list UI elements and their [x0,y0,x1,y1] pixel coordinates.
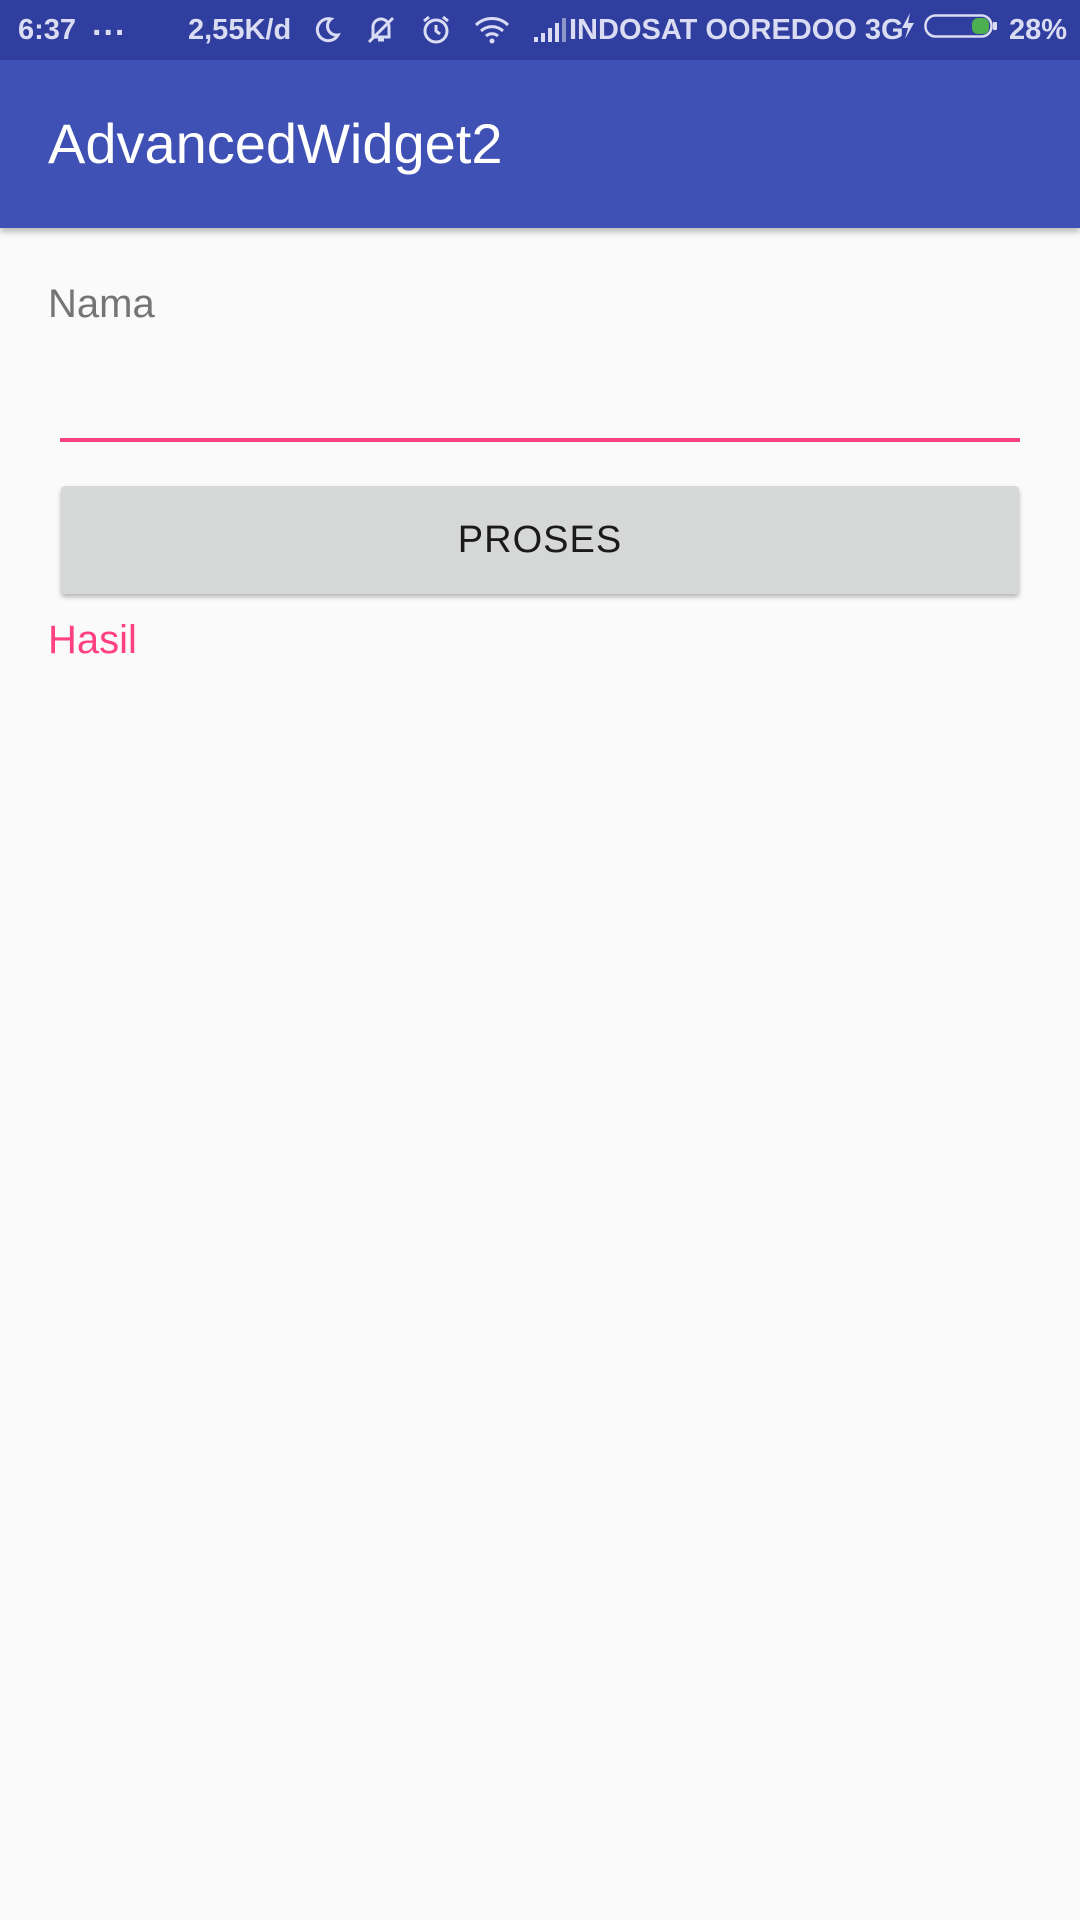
name-input[interactable] [60,346,1020,442]
wifi-icon [474,16,510,44]
app-bar: AdvancedWidget2 [0,60,1080,228]
main-content: Nama PROSES Hasil [0,228,1080,1920]
charging-icon [900,12,916,48]
signal-icon [532,17,568,43]
network-speed: 2,55K/d [188,13,292,46]
battery-percent: 28% [1009,13,1068,46]
moon-icon [312,15,342,45]
result-label: Hasil [48,618,137,662]
alarm-icon [420,14,452,46]
notification-dots: ... [92,4,127,43]
process-button[interactable]: PROSES [61,486,1019,594]
battery-icon [924,12,998,48]
status-time: 6:37 [18,13,77,46]
status-icons [312,0,568,60]
battery-group [900,0,998,60]
name-label: Nama [48,282,155,326]
app-title: AdvancedWidget2 [48,112,503,175]
carrier-name: INDOSAT OOREDOO 3G [569,13,904,46]
vibrate-off-icon [364,15,398,45]
status-bar: 6:37 ... 2,55K/d INDOSAT OOREDOO 3G 28% [0,0,1080,60]
